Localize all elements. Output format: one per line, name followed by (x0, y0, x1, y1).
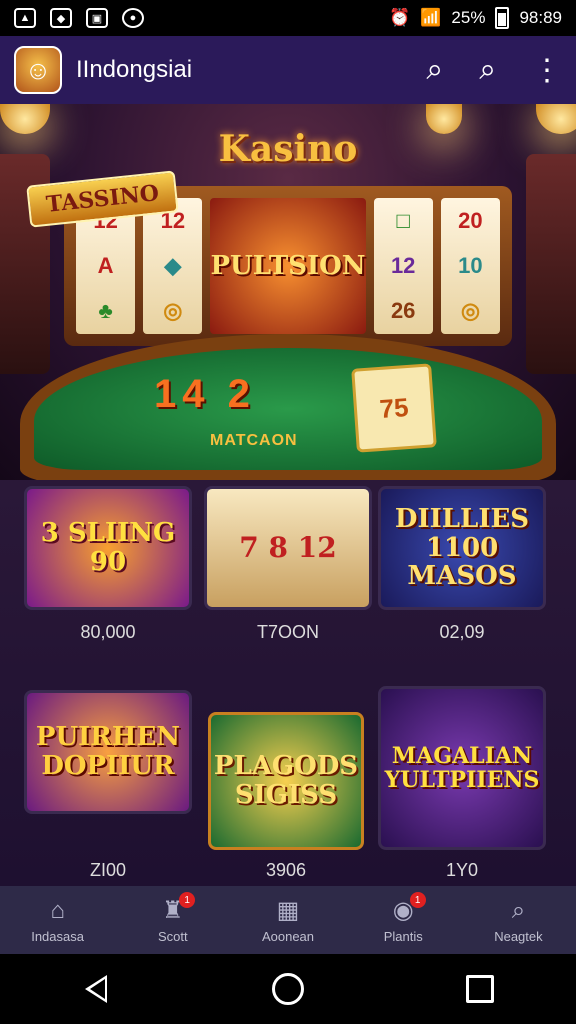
system-nav-bar (0, 954, 576, 1024)
slot-machine-right (526, 154, 576, 374)
game-tile[interactable]: PLAGODS SIGISS (208, 712, 364, 850)
app-title: IIndongsiai (76, 56, 193, 83)
table-numbers: 14 2 (154, 372, 256, 416)
reel-feature: PULTSION (210, 198, 366, 334)
more-vert-icon[interactable]: ⋮ (532, 53, 562, 88)
recents-button[interactable] (462, 971, 498, 1007)
battery-percent: 25% (451, 8, 486, 27)
home-circle-icon (272, 973, 304, 1005)
reel: 12 ◆ ◎ (143, 198, 203, 334)
nav-item-scott[interactable]: 1 ♜ Scott (115, 886, 230, 954)
table-felt: 14 2 MATCAON 75 (34, 348, 542, 470)
search-icon[interactable]: ⌕ (426, 53, 443, 87)
bottom-nav: ⌂ Indasasa 1 ♜ Scott ▦ Aoonean 1 ◉ Plant… (0, 886, 576, 954)
game-tile[interactable]: 7 8 12 (204, 486, 372, 610)
playing-card: 75 (351, 363, 437, 453)
status-bar: ▲ ◆ ▣ ● ⏰ 📶 25% 98:89 (0, 0, 576, 36)
game-tile[interactable]: MAGALIAN YULTPIIENS (378, 686, 546, 850)
game-caption: 80,000 (80, 622, 136, 642)
game-tile[interactable]: PUIRHEN DOPIIUR (24, 690, 192, 814)
table-label: MATCAON (210, 432, 298, 449)
home-button[interactable] (270, 971, 306, 1007)
game-caption: 02,09 (439, 622, 485, 642)
nav-item-aoonean[interactable]: ▦ Aoonean (230, 886, 345, 954)
alarm-icon: ⏰ (389, 8, 411, 27)
wifi-icon: 📶 (420, 8, 442, 27)
home-icon: ⌂ (50, 896, 65, 924)
game-tile[interactable]: 3 SLIING 90 (24, 486, 192, 610)
casino-table: 14 2 MATCAON 75 (20, 334, 556, 480)
back-button[interactable] (78, 971, 114, 1007)
game-caption: T7OON (256, 622, 319, 642)
notification-badge: 1 (409, 892, 426, 908)
app-bar: ☺ IIndongsiai ⌕ ⌕ ⋮ (0, 36, 576, 104)
chat-icon: ● (122, 8, 144, 28)
game-caption: 1Y0 (445, 860, 479, 880)
hero-title: Kasino (218, 128, 358, 170)
hero-banner[interactable]: Kasino 12 A ♣ 12 ◆ ◎ PULTSION □ 12 26 20 10 ◎ TA… (0, 104, 576, 480)
clock: 98:89 (519, 8, 562, 27)
back-icon (85, 975, 107, 1003)
box-icon: ▦ (276, 897, 300, 924)
nav-item-home[interactable]: ⌂ Indasasa (0, 886, 115, 954)
recents-icon (466, 975, 494, 1003)
search-icon[interactable]: ⌕ (479, 53, 496, 87)
notification-badge: 1 (179, 892, 196, 908)
game-grid: 3 SLIING 90 80,000 7 8 12 T7OON DIILLIES… (0, 480, 576, 886)
game-caption: 3906 (265, 860, 307, 880)
game-tile[interactable]: DIILLIES 1100 MASOS (378, 486, 546, 610)
photo-icon: ▣ (86, 8, 108, 28)
battery-icon (495, 7, 510, 29)
nav-item-neagtek[interactable]: ⌕ Neagtek (461, 886, 576, 954)
reel: □ 12 26 (373, 198, 433, 334)
search-icon: ⌕ (511, 896, 526, 924)
image-icon: ▲ (14, 8, 36, 28)
shield-icon: ◆ (50, 8, 72, 28)
nav-item-plantis[interactable]: 1 ◉ Plantis (346, 886, 461, 954)
game-caption: ZI00 (89, 860, 127, 880)
character-logo-icon[interactable]: ☺ (14, 46, 62, 94)
reel: 20 10 ◎ (440, 198, 501, 334)
